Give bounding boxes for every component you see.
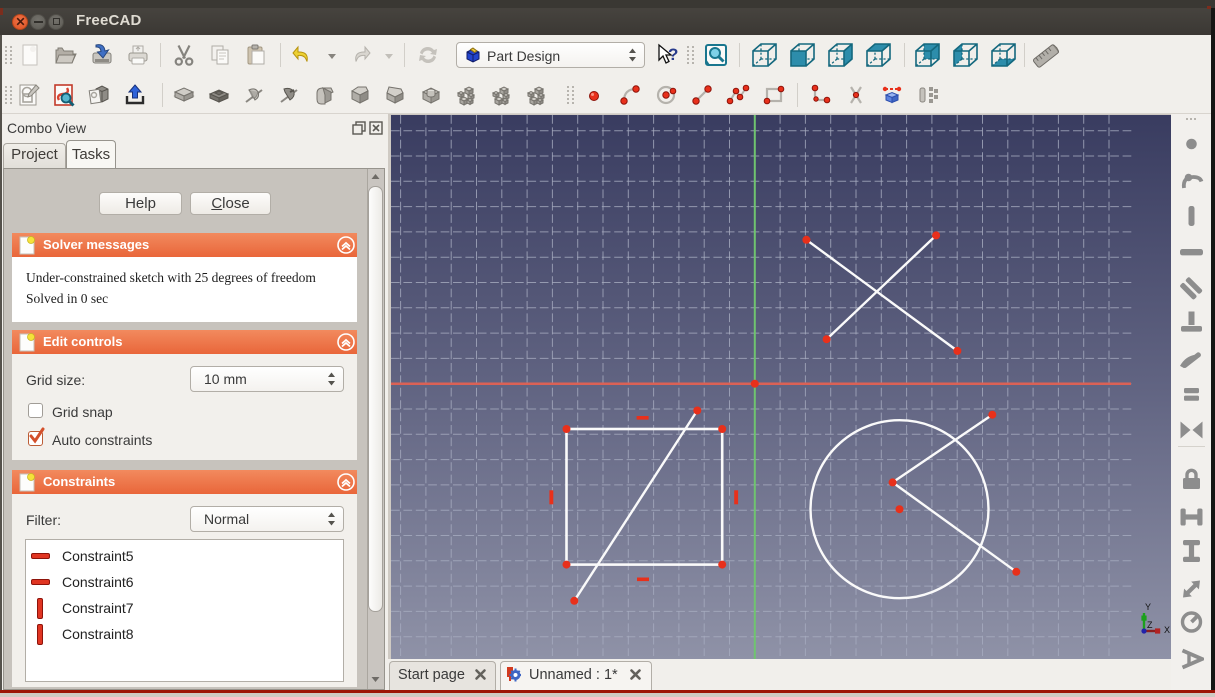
svg-text:?: ? [668, 45, 678, 64]
svg-text:X: X [1164, 625, 1170, 635]
svg-text:Z: Z [1147, 620, 1153, 630]
svg-text:Y: Y [1145, 602, 1151, 612]
